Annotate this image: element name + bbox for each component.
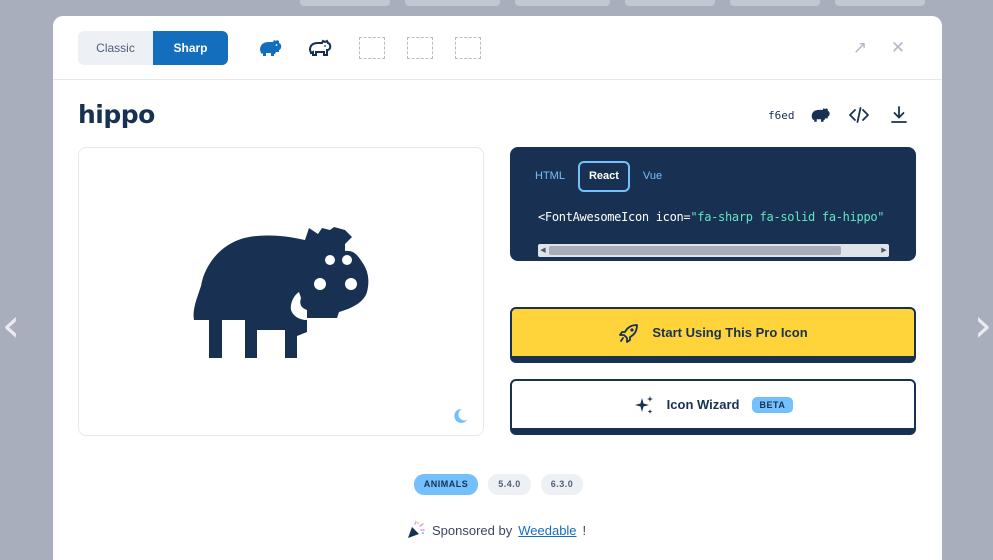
icon-detail-modal: Classic Sharp ↗ ✕ hippo f6ed HTML React … [53, 16, 942, 560]
start-using-pro-icon-button[interactable]: Start Using This Pro Icon [510, 307, 916, 363]
start-using-label: Start Using This Pro Icon [652, 325, 808, 340]
background-strip [300, 0, 390, 6]
code-snippet-string: "fa-sharp fa-solid fa-hippo" [690, 210, 885, 224]
background-strip [730, 0, 820, 6]
scroll-right-icon[interactable]: ▶ [879, 244, 889, 257]
hippo-solid-style-icon[interactable] [258, 36, 284, 60]
icon-wizard-label: Icon Wizard [666, 397, 740, 412]
icon-title: hippo [78, 100, 155, 129]
style-sharp-button[interactable]: Sharp [153, 31, 228, 65]
icon-wizard-button[interactable]: Icon Wizard BETA [510, 379, 916, 435]
code-horizontal-scrollbar[interactable]: ◀ ▶ [538, 244, 889, 257]
party-popper-icon [408, 521, 425, 538]
unicode-value[interactable]: f6ed [768, 109, 795, 122]
hippo-glyph-icon[interactable] [810, 104, 832, 126]
empty-style-slot[interactable] [455, 37, 481, 59]
icon-tags: ANIMALS 5.4.0 6.3.0 [53, 474, 942, 495]
code-snippet-prefix: <FontAwesomeIcon icon= [538, 210, 691, 224]
sponsor-prefix: Sponsored by [432, 522, 513, 538]
version-tag[interactable]: 6.3.0 [540, 474, 584, 495]
close-icon[interactable]: ✕ [888, 38, 908, 58]
next-icon-arrow[interactable]: › [968, 300, 993, 350]
code-language-tabs: HTML React Vue [526, 161, 671, 192]
dark-mode-moon-icon[interactable] [451, 407, 469, 425]
tab-react[interactable]: React [577, 161, 630, 192]
modal-toolbar: Classic Sharp ↗ ✕ [53, 16, 942, 80]
sponsor-link[interactable]: Weedable [518, 523, 576, 538]
scrollbar-thumb[interactable] [549, 246, 841, 255]
style-toggle: Classic Sharp [78, 31, 228, 65]
sparkles-icon [634, 395, 653, 414]
scroll-left-icon[interactable]: ◀ [538, 244, 548, 257]
sponsor-suffix: ! [582, 522, 587, 538]
background-strip [405, 0, 500, 6]
code-icon[interactable] [848, 104, 870, 126]
rocket-icon [619, 323, 639, 343]
background-strip [625, 0, 715, 6]
code-snippet-panel: HTML React Vue <FontAwesomeIcon icon="fa… [510, 147, 916, 261]
tab-vue[interactable]: Vue [634, 161, 671, 192]
version-tag[interactable]: 5.4.0 [488, 474, 531, 495]
beta-badge: BETA [751, 396, 794, 413]
download-icon[interactable] [888, 104, 910, 126]
empty-style-slot[interactable] [359, 37, 385, 59]
hippo-regular-style-icon[interactable] [307, 36, 333, 60]
hippo-preview-icon [193, 227, 369, 358]
background-strip [515, 0, 610, 6]
icon-preview [78, 147, 484, 436]
tab-html[interactable]: HTML [526, 161, 574, 192]
code-snippet[interactable]: <FontAwesomeIcon icon="fa-sharp fa-solid… [538, 210, 885, 224]
style-classic-button[interactable]: Classic [78, 31, 153, 65]
category-tag[interactable]: ANIMALS [413, 474, 479, 495]
previous-icon-arrow[interactable]: ‹ [0, 300, 26, 350]
sponsor-line: Sponsored by Weedable ! [406, 521, 586, 539]
sponsor-logo-icon [113, 548, 153, 560]
background-strip [835, 0, 925, 6]
expand-icon[interactable]: ↗ [850, 38, 870, 58]
empty-style-slot[interactable] [407, 37, 433, 59]
